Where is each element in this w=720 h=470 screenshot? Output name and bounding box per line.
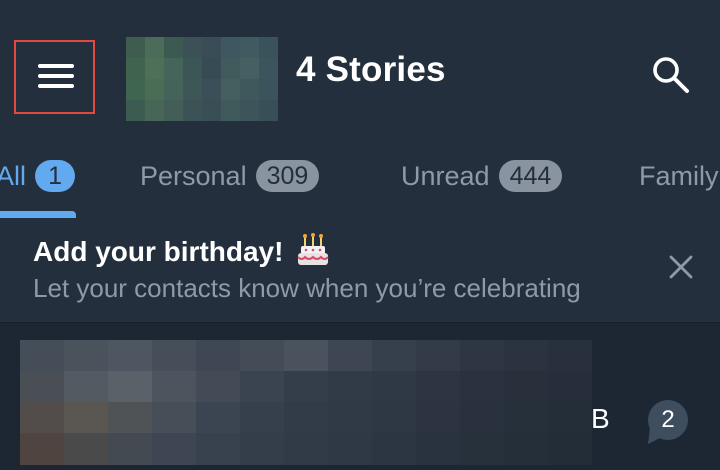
banner-title: Add your birthday!	[33, 236, 284, 267]
stories-avatars[interactable]	[126, 37, 278, 121]
close-icon	[669, 255, 693, 279]
cake-icon	[297, 233, 330, 265]
tab-unread[interactable]: Unread 444	[401, 156, 563, 196]
tab-label: Personal	[140, 160, 247, 191]
tab-personal[interactable]: Personal 309	[140, 156, 320, 196]
search-icon	[653, 57, 689, 93]
search-button[interactable]	[648, 52, 694, 98]
banner-title-row: Add your birthday!	[33, 233, 330, 268]
unread-count-badge: 2	[646, 400, 690, 446]
tab-label: Family	[639, 160, 719, 191]
tab-family[interactable]: Family	[639, 156, 719, 196]
tab-label: All	[0, 160, 27, 191]
active-tab-indicator	[0, 211, 76, 218]
banner-subtitle: Let your contacts know when you’re celeb…	[33, 273, 581, 303]
tab-label: Unread	[401, 160, 490, 191]
page-title: 4 Stories	[296, 50, 446, 89]
tab-badge: 309	[255, 160, 320, 192]
blurred-chat-preview	[20, 340, 592, 465]
tab-badge: 1	[35, 160, 76, 192]
menu-button[interactable]	[14, 40, 95, 114]
unread-count: 2	[661, 406, 675, 433]
folder-tabs: All 1 Personal 309 Unread 444 Family	[0, 150, 720, 218]
tab-badge: 444	[498, 160, 563, 192]
menu-icon	[38, 64, 74, 68]
menu-icon-bar	[38, 84, 74, 88]
birthday-banner[interactable]: Add your birthday! Let your contacts kno…	[0, 218, 720, 323]
dismiss-banner-button[interactable]	[666, 252, 696, 282]
chat-preview-letter: B	[591, 403, 610, 434]
blurred-avatar-image	[126, 37, 278, 121]
menu-icon-bar	[38, 74, 74, 78]
blurred-image	[20, 340, 592, 465]
tab-all[interactable]: All 1	[0, 156, 76, 196]
